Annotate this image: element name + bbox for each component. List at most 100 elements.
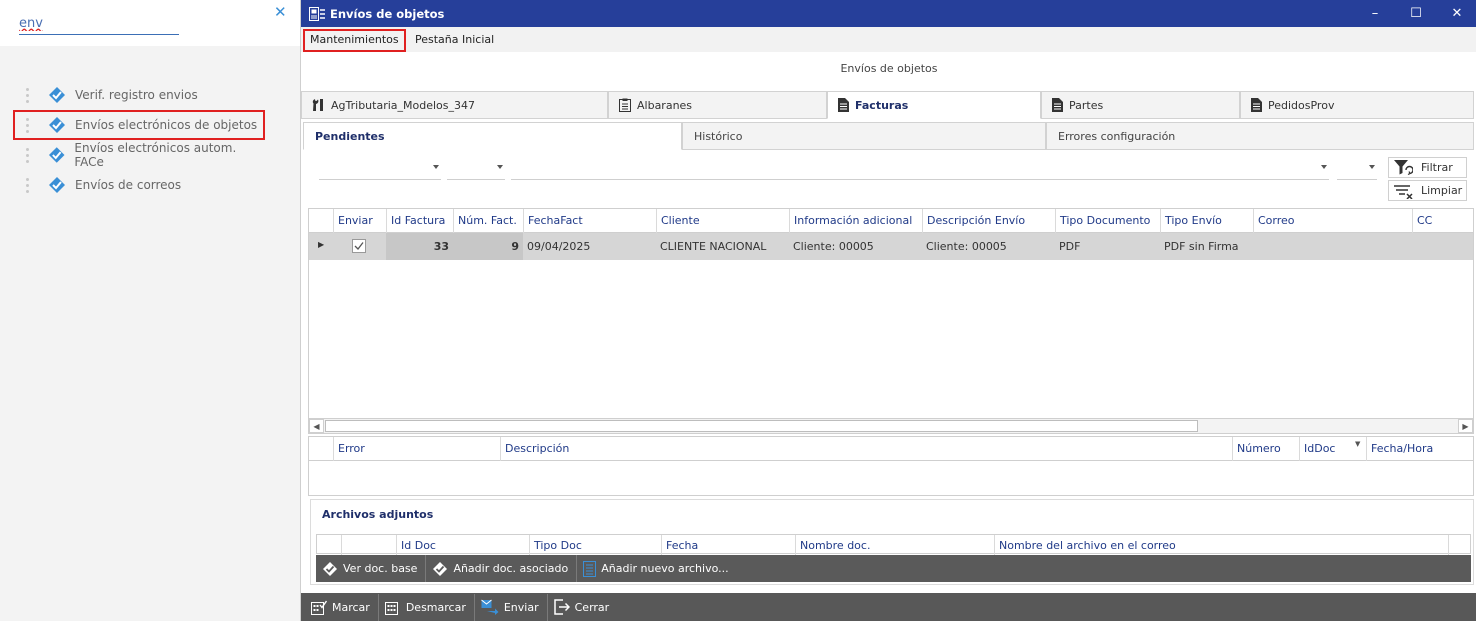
document-icon bbox=[1251, 98, 1262, 112]
nav-item-verif-registro[interactable]: Verif. registro envios bbox=[14, 81, 264, 109]
column-header[interactable]: Información adicional bbox=[789, 209, 922, 233]
scroll-left-icon[interactable]: ◀ bbox=[309, 419, 324, 433]
main-window: Envíos de objetos – ☐ ✕ Mantenimientos P… bbox=[300, 0, 1476, 621]
view-base-doc-button[interactable]: Ver doc. base bbox=[316, 555, 427, 582]
module-icon bbox=[323, 561, 337, 576]
scrollbar-thumb[interactable] bbox=[325, 420, 1198, 432]
filter-combo-1[interactable] bbox=[319, 157, 441, 180]
cell-correo bbox=[1253, 233, 1412, 260]
search-input[interactable] bbox=[19, 12, 179, 35]
column-header[interactable]: Enviar bbox=[333, 209, 386, 233]
column-header[interactable]: Fecha bbox=[661, 535, 795, 555]
title-bar[interactable]: Envíos de objetos – ☐ ✕ bbox=[301, 0, 1476, 27]
filter-combo-4[interactable] bbox=[1337, 157, 1377, 180]
menu-bar: Mantenimientos Pestaña Inicial bbox=[301, 27, 1476, 52]
column-header[interactable]: Cliente bbox=[656, 209, 789, 233]
menu-pestana-inicial[interactable]: Pestaña Inicial bbox=[409, 30, 500, 51]
column-header[interactable]: Descripción Envío bbox=[922, 209, 1055, 233]
tab-historico[interactable]: Histórico bbox=[682, 122, 1046, 150]
filter-combo-3[interactable] bbox=[511, 157, 1329, 180]
cell-cc bbox=[1412, 233, 1473, 260]
chevron-down-icon bbox=[1369, 165, 1375, 169]
button-label: Añadir nuevo archivo... bbox=[601, 562, 729, 575]
attachments-grid: Id Doc Tipo Doc Fecha Nombre doc. Nombre… bbox=[316, 534, 1471, 555]
drag-handle-icon[interactable] bbox=[26, 87, 30, 103]
minimize-button[interactable]: – bbox=[1355, 0, 1395, 27]
send-button[interactable]: Enviar bbox=[475, 593, 548, 621]
send-icon bbox=[481, 599, 499, 615]
column-header[interactable]: Fecha/Hora bbox=[1366, 437, 1473, 461]
unmark-icon bbox=[384, 601, 398, 615]
close-icon[interactable]: ✕ bbox=[274, 3, 287, 21]
column-header[interactable]: Nombre del archivo en el correo bbox=[994, 535, 1448, 555]
attachments-title: Archivos adjuntos bbox=[322, 508, 434, 521]
wrench-icon bbox=[312, 99, 323, 111]
menu-mantenimientos[interactable]: Mantenimientos bbox=[303, 29, 406, 52]
column-header[interactable]: Descripción bbox=[500, 437, 1232, 461]
button-label: Enviar bbox=[503, 600, 539, 614]
tab-partes[interactable]: Partes bbox=[1041, 91, 1240, 119]
checkbox-icon[interactable] bbox=[352, 239, 366, 253]
document-icon bbox=[838, 98, 849, 112]
file-icon bbox=[583, 560, 597, 577]
column-header[interactable]: Id Doc bbox=[396, 535, 529, 555]
tab-pedidosprov[interactable]: PedidosProv bbox=[1240, 91, 1474, 119]
tab-label: AgTributaria_Modelos_347 bbox=[331, 98, 475, 112]
attachments-panel: Archivos adjuntos Id Doc Tipo Doc Fecha … bbox=[310, 499, 1474, 585]
column-header[interactable]: Núm. Fact. bbox=[453, 209, 523, 233]
filter-combo-2[interactable] bbox=[447, 157, 505, 180]
column-header[interactable]: FechaFact bbox=[523, 209, 656, 233]
column-header[interactable]: Correo bbox=[1253, 209, 1412, 233]
attachments-toolbar: Ver doc. base Añadir doc. asociado Añadi… bbox=[316, 555, 1471, 582]
tab-errores-configuracion[interactable]: Errores configuración bbox=[1046, 122, 1474, 150]
mark-button[interactable]: Marcar bbox=[305, 593, 379, 621]
clear-filter-label: Limpiar bbox=[1421, 184, 1463, 197]
drag-handle-icon[interactable] bbox=[26, 117, 30, 133]
unmark-button[interactable]: Desmarcar bbox=[379, 593, 475, 621]
module-tabs: AgTributaria_Modelos_347 Albaranes Factu… bbox=[301, 91, 1476, 119]
button-label: Desmarcar bbox=[405, 600, 466, 614]
tab-pendientes[interactable]: Pendientes bbox=[303, 122, 682, 150]
nav-item-label: Envíos electrónicos de objetos bbox=[75, 118, 258, 132]
column-header[interactable]: Tipo Doc bbox=[529, 535, 661, 555]
tab-facturas[interactable]: Facturas bbox=[827, 91, 1041, 119]
tab-albaranes[interactable]: Albaranes bbox=[608, 91, 827, 119]
column-header[interactable]: Número bbox=[1232, 437, 1299, 461]
close-button[interactable]: ✕ bbox=[1437, 0, 1476, 27]
app-icon bbox=[309, 6, 325, 21]
column-header[interactable]: Tipo Envío bbox=[1160, 209, 1253, 233]
column-header[interactable]: Nombre doc. bbox=[795, 535, 994, 555]
errors-grid: Error Descripción Número IdDoc ▼ Fecha/H… bbox=[308, 436, 1474, 496]
tab-agtributaria[interactable]: AgTributaria_Modelos_347 bbox=[301, 91, 608, 119]
column-header[interactable]: Tipo Documento bbox=[1055, 209, 1160, 233]
column-header-empty bbox=[1448, 535, 1470, 555]
filter-button[interactable]: Filtrar bbox=[1388, 157, 1467, 178]
add-associated-doc-button[interactable]: Añadir doc. asociado bbox=[426, 555, 578, 582]
send-checkbox-cell[interactable] bbox=[333, 233, 386, 260]
nav-item-envios-electronicos[interactable]: Envíos electrónicos de objetos bbox=[13, 110, 265, 140]
horizontal-scrollbar[interactable]: ◀ ▶ bbox=[308, 418, 1474, 434]
module-icon bbox=[48, 147, 65, 163]
filter-icon bbox=[1394, 159, 1413, 175]
clear-filter-button[interactable]: Limpiar bbox=[1388, 180, 1467, 201]
column-header[interactable]: Id Factura bbox=[386, 209, 453, 233]
nav-item-envios-correos[interactable]: Envíos de correos bbox=[14, 171, 264, 199]
button-label: Añadir doc. asociado bbox=[453, 562, 569, 575]
close-form-button[interactable]: Cerrar bbox=[548, 594, 618, 621]
scroll-right-icon[interactable]: ▶ bbox=[1458, 419, 1473, 433]
add-new-file-button[interactable]: Añadir nuevo archivo... bbox=[577, 555, 736, 582]
nav-item-envios-face[interactable]: Envíos electrónicos autom. FACe bbox=[14, 141, 264, 169]
drag-handle-icon[interactable] bbox=[26, 147, 30, 163]
clipboard-icon bbox=[619, 98, 631, 112]
column-header[interactable]: CC bbox=[1412, 209, 1473, 233]
bottom-toolbar: Marcar Desmarcar Enviar Cerrar bbox=[301, 593, 1476, 621]
column-header[interactable]: Error bbox=[333, 437, 500, 461]
button-label: Marcar bbox=[332, 600, 370, 614]
cell-descripcion-envio: Cliente: 00005 bbox=[926, 240, 1007, 253]
drag-handle-icon[interactable] bbox=[26, 177, 30, 193]
sort-icon[interactable]: ▼ bbox=[1355, 440, 1360, 448]
table-row[interactable]: ▶ 33 9 09/04/2025 CLIENTE NACIONAL Clien… bbox=[309, 233, 1473, 260]
grid-header: Enviar Id Factura Núm. Fact. FechaFact C… bbox=[309, 209, 1473, 233]
maximize-button[interactable]: ☐ bbox=[1396, 0, 1436, 27]
chevron-down-icon bbox=[1321, 165, 1327, 169]
